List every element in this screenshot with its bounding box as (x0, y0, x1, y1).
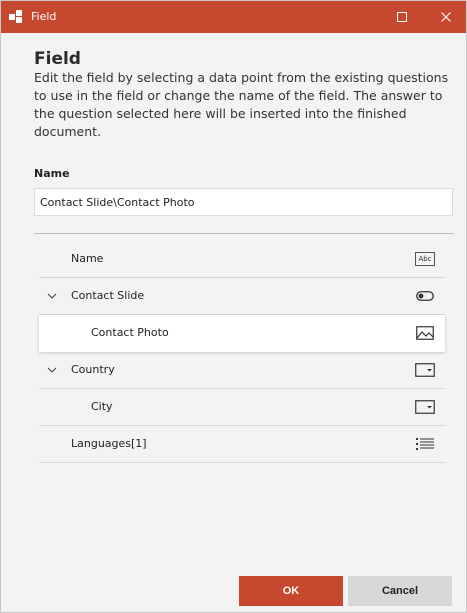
abc-icon-text: Abc (415, 252, 435, 266)
dialog-content: Field Edit the field by selecting a data… (1, 33, 466, 612)
tree-row[interactable]: Country (39, 352, 445, 389)
cancel-button[interactable]: Cancel (348, 576, 452, 606)
close-button[interactable] (431, 1, 461, 33)
dropdown-icon (415, 399, 435, 415)
tree-row[interactable]: Contact Photo (39, 315, 445, 352)
tree-row-label: Languages[1] (71, 437, 147, 450)
chevron-down-icon[interactable] (47, 291, 57, 301)
tree-row-label: Contact Slide (71, 289, 145, 302)
maximize-button[interactable] (387, 1, 417, 33)
maximize-icon (397, 12, 407, 22)
question-tree: Name Abc Contact Slide Contact Photo Country… (39, 241, 445, 463)
ok-button[interactable]: OK (239, 576, 343, 606)
app-logo-icon (9, 10, 22, 23)
tree-row[interactable]: Contact Slide (39, 278, 445, 315)
text-abc-icon: Abc (415, 251, 435, 267)
name-label: Name (34, 167, 70, 180)
tree-row-label: Name (71, 252, 104, 265)
title-bar[interactable]: Field (1, 1, 466, 33)
tree-row-label: City (91, 400, 113, 413)
window-title: Field (31, 10, 57, 23)
close-icon (441, 12, 451, 22)
toggle-icon (415, 288, 435, 304)
dialog-heading: Field (34, 49, 81, 69)
list-icon (415, 436, 435, 452)
name-input[interactable] (34, 188, 453, 216)
field-dialog-window: Field Field Edit the field by selecting … (0, 0, 467, 613)
dialog-description: Edit the field by selecting a data point… (34, 70, 449, 139)
tree-row-label: Contact Photo (91, 326, 169, 339)
chevron-down-icon[interactable] (47, 365, 57, 375)
tree-row[interactable]: Name Abc (39, 241, 445, 278)
divider (34, 233, 454, 234)
tree-row-label: Country (71, 363, 115, 376)
dropdown-icon (415, 362, 435, 378)
tree-row[interactable]: City (39, 389, 445, 426)
image-icon (415, 325, 435, 341)
tree-row[interactable]: Languages[1] (39, 426, 445, 463)
